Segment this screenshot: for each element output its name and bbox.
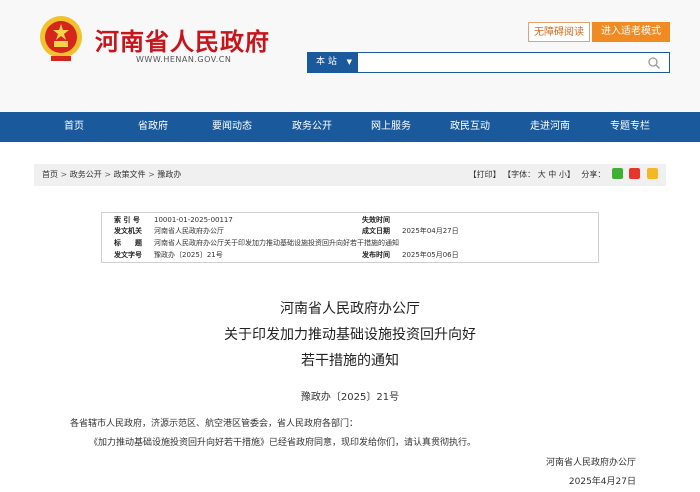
breadcrumb-home[interactable]: 首页 [42, 170, 58, 179]
breadcrumb-bar: 首页 > 政务公开 > 政策文件 > 豫政办 【打印】 【字体： 大 中 小】 … [34, 164, 666, 186]
search-scope-select[interactable]: 本 站 ▼ [308, 53, 358, 72]
site-domain: WWW.HENAN.GOV.CN [136, 55, 232, 64]
national-emblem-icon [40, 16, 82, 61]
font-medium-button[interactable]: 中 [548, 170, 556, 179]
breadcrumb-separator: > [60, 170, 68, 179]
nav-item-government[interactable]: 省政府 [113, 112, 193, 142]
meta-written-value: 2025年04月27日 [402, 227, 459, 235]
meta-docno-label: 发文字号 [114, 251, 142, 259]
document-number: 豫政办〔2025〕21号 [300, 392, 400, 403]
meta-index-label: 索 引 号 [114, 216, 140, 224]
font-small-button[interactable]: 小 [559, 170, 567, 179]
meta-agency-label: 发文机关 [114, 227, 142, 235]
breadcrumb: 首页 > 政务公开 > 政策文件 > 豫政办 [42, 164, 181, 186]
breadcrumb-policy-documents[interactable]: 政策文件 [114, 170, 146, 179]
favorite-star-icon[interactable] [647, 168, 658, 179]
search-bar: 本 站 ▼ [307, 52, 670, 73]
meta-written-label: 成文日期 [362, 227, 390, 235]
meta-agency-value: 河南省人民政府办公厅 [154, 227, 224, 235]
weibo-share-icon[interactable] [629, 168, 641, 179]
breadcrumb-separator: > [104, 170, 112, 179]
breadcrumb-open-government[interactable]: 政务公开 [70, 170, 102, 179]
document-title-line-1: 河南省人民政府办公厅 [280, 301, 420, 317]
nav-item-interaction[interactable]: 政民互动 [430, 112, 510, 142]
document-title-line-3: 若干措施的通知 [301, 353, 399, 369]
meta-subject-value: 河南省人民政府办公厅关于印发加力推动基础设施投资回升向好若干措施的通知 [154, 239, 399, 247]
font-size-label: 【字体： [503, 170, 536, 179]
nav-item-about-henan[interactable]: 走进河南 [510, 112, 590, 142]
meta-published-label: 发布时间 [362, 251, 390, 259]
nav-item-news[interactable]: 要闻动态 [192, 112, 272, 142]
meta-index-value: 10001-01-2025-00117 [154, 216, 233, 224]
meta-expiry-label: 失效时间 [362, 216, 390, 224]
wechat-share-icon[interactable] [611, 168, 623, 179]
elder-mode-button[interactable]: 进入适老模式 [592, 22, 670, 42]
site-title[interactable]: 河南省人民政府 [95, 22, 270, 57]
breadcrumb-separator: > [148, 170, 155, 179]
document-signer: 河南省人民政府办公厅 [545, 458, 636, 468]
print-button[interactable]: 【打印】 [469, 170, 501, 179]
document-title-line-2: 关于印发加力推动基础设施投资回升向好 [224, 327, 476, 343]
document-paragraph: 《加力推动基础设施投资回升向好若干措施》已经省政府同意，现印发给你们，请认真贯彻… [89, 438, 477, 448]
accessibility-reading-button[interactable]: 无障碍阅读 [528, 22, 590, 42]
document-salutation: 各省辖市人民政府，济源示范区、航空港区管委会，省人民政府各部门： [70, 419, 359, 429]
chevron-down-icon: ▼ [346, 58, 352, 66]
meta-row-docno: 发文字号 豫政办〔2025〕21号 发布时间 2025年05月06日 [102, 250, 598, 261]
site-header: 河南省人民政府 WWW.HENAN.GOV.CN 无障碍阅读 进入适老模式 本 … [0, 0, 700, 112]
breadcrumb-yuzhengban[interactable]: 豫政办 [157, 170, 181, 179]
share-label: 分享： [581, 170, 606, 179]
meta-row-agency: 发文机关 河南省人民政府办公厅 成文日期 2025年04月27日 [102, 226, 598, 237]
nav-item-home[interactable]: 首页 [34, 112, 114, 142]
meta-row-subject: 标 题 河南省人民政府办公厅关于印发加力推动基础设施投资回升向好若干措施的通知 [102, 238, 598, 249]
meta-published-value: 2025年05月06日 [402, 251, 459, 259]
main-nav: 首页 省政府 要闻动态 政务公开 网上服务 政民互动 走进河南 专题专栏 [0, 112, 700, 142]
font-size-label-end: 】 [566, 170, 575, 179]
meta-subject-label: 标 题 [114, 239, 142, 247]
search-input[interactable] [360, 54, 634, 73]
font-large-button[interactable]: 大 [538, 170, 546, 179]
meta-docno-value: 豫政办〔2025〕21号 [154, 251, 223, 259]
nav-item-topics[interactable]: 专题专栏 [590, 112, 670, 142]
page-tools: 【打印】 【字体： 大 中 小】 分享： [469, 164, 658, 186]
nav-item-open-government[interactable]: 政务公开 [272, 112, 352, 142]
nav-item-online-services[interactable]: 网上服务 [351, 112, 431, 142]
document-date: 2025年4月27日 [568, 477, 636, 487]
search-scope-label: 本 站 [316, 57, 337, 67]
search-icon[interactable] [647, 56, 661, 70]
meta-row-index: 索 引 号 10001-01-2025-00117 失效时间 [102, 215, 598, 226]
document-metadata-table: 索 引 号 10001-01-2025-00117 失效时间 发文机关 河南省人… [101, 212, 599, 263]
